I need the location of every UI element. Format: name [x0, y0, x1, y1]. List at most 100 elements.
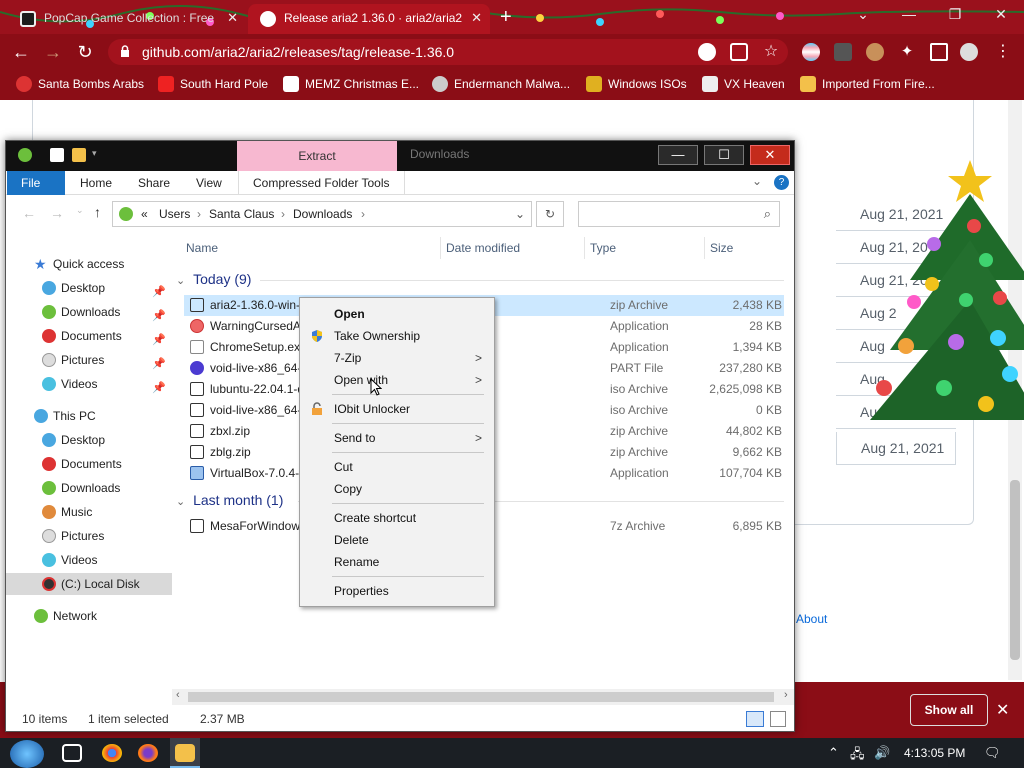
- notification-center-icon[interactable]: 🗨: [984, 745, 1001, 761]
- nav-pc-music[interactable]: Music: [6, 501, 172, 523]
- profile-extension-icon[interactable]: [866, 43, 884, 61]
- explorer-titlebar[interactable]: ▾ Extract Downloads — ☐ ✕: [6, 141, 794, 171]
- large-icons-view-icon[interactable]: [770, 711, 786, 727]
- explorer-maximize-button[interactable]: ☐: [704, 145, 744, 165]
- bookmark-santa-bombs[interactable]: Santa Bombs Arabs: [16, 76, 144, 92]
- chrome-taskbar-icon[interactable]: [102, 744, 122, 762]
- tab-home[interactable]: Home: [66, 171, 126, 195]
- tab-close-icon[interactable]: ✕: [227, 4, 238, 32]
- scroll-left-icon[interactable]: ‹: [176, 689, 180, 701]
- bookmark-folder-imported[interactable]: Imported From Fire...: [800, 76, 935, 92]
- column-separator[interactable]: [584, 237, 585, 259]
- column-separator[interactable]: [704, 237, 705, 259]
- downloads-close-icon[interactable]: ✕: [996, 700, 1009, 720]
- horizontal-scrollbar-thumb[interactable]: [188, 692, 774, 702]
- bookmark-south-hard-pole[interactable]: South Hard Pole: [158, 76, 268, 92]
- nav-qa-pictures[interactable]: Pictures 📌: [6, 349, 172, 371]
- nav-pc-downloads[interactable]: Downloads: [6, 477, 172, 499]
- breadcrumb-santa-claus[interactable]: Santa Claus: [209, 207, 274, 221]
- explorer-back-icon[interactable]: ←: [22, 205, 36, 221]
- menu-item-open-with[interactable]: Open with >: [300, 369, 494, 391]
- tab-aria2-release[interactable]: Release aria2 1.36.0 · aria2/aria2 ✕: [248, 4, 490, 34]
- show-all-button[interactable]: Show all: [910, 694, 988, 726]
- menu-item-delete[interactable]: Delete: [300, 529, 494, 551]
- taskbar-clock[interactable]: 4:13:05 PM: [904, 746, 965, 760]
- column-header-size[interactable]: Size: [710, 241, 733, 255]
- close-window-button[interactable]: ✕: [978, 0, 1024, 30]
- nav-qa-desktop[interactable]: Desktop 📌: [6, 277, 172, 299]
- menu-item-create-shortcut[interactable]: Create shortcut: [300, 507, 494, 529]
- up-arrow-icon[interactable]: ↑: [94, 204, 101, 220]
- address-bar[interactable]: github.com/aria2/aria2/releases/tag/rele…: [108, 39, 788, 65]
- address-dropdown-icon[interactable]: ⌄: [515, 207, 525, 221]
- profile-avatar-icon[interactable]: [960, 43, 978, 61]
- explorer-forward-icon[interactable]: →: [50, 205, 64, 221]
- forward-arrow-icon[interactable]: →: [42, 41, 64, 63]
- task-view-icon[interactable]: [62, 744, 82, 762]
- column-header-type[interactable]: Type: [590, 241, 616, 255]
- nav-local-disk[interactable]: (C:) Local Disk: [6, 573, 172, 595]
- minimize-button[interactable]: —: [886, 0, 932, 30]
- bookmark-memz[interactable]: MEMZ Christmas E...: [283, 76, 419, 92]
- menu-item-take-ownership[interactable]: Take Ownership: [300, 325, 494, 347]
- side-panel-icon[interactable]: [930, 43, 948, 61]
- properties-qat-icon[interactable]: [50, 148, 64, 162]
- search-downloads-input[interactable]: ⌕: [578, 201, 780, 227]
- ribbon-expand-chevron-icon[interactable]: ⌄: [752, 174, 762, 188]
- nav-quick-access[interactable]: ★ Quick access: [6, 253, 172, 275]
- bookmark-endermanch[interactable]: Endermanch Malwa...: [432, 76, 570, 92]
- path-breadcrumb[interactable]: « Users › Santa Claus › Downloads › ⌄: [112, 201, 532, 227]
- s-extension-icon[interactable]: [834, 43, 852, 61]
- nav-qa-documents[interactable]: Documents 📌: [6, 325, 172, 347]
- details-view-icon[interactable]: [746, 711, 764, 727]
- nav-this-pc[interactable]: This PC: [6, 405, 172, 427]
- menu-item-rename[interactable]: Rename: [300, 551, 494, 573]
- nav-pc-documents[interactable]: Documents: [6, 453, 172, 475]
- breadcrumb-overflow[interactable]: «: [141, 207, 148, 221]
- column-header-date[interactable]: Date modified: [446, 241, 520, 255]
- tab-share[interactable]: Share: [124, 171, 184, 195]
- column-header-name[interactable]: Name: [186, 241, 218, 255]
- menu-item-open[interactable]: Open: [300, 303, 494, 325]
- google-icon[interactable]: [698, 43, 716, 61]
- about-link[interactable]: About: [796, 612, 827, 626]
- menu-item-copy[interactable]: Copy: [300, 478, 494, 500]
- more-menu-icon[interactable]: ⋮: [994, 43, 1012, 61]
- breadcrumb-separator-icon[interactable]: ›: [281, 207, 285, 221]
- breadcrumb-separator-icon[interactable]: ›: [361, 207, 365, 221]
- reload-icon[interactable]: ↻: [74, 41, 96, 63]
- group-header-last-month[interactable]: ⌄ Last month (1): [176, 492, 283, 508]
- volume-tray-icon[interactable]: 🔊: [874, 745, 890, 761]
- nav-network[interactable]: Network: [6, 605, 172, 627]
- tab-close-icon[interactable]: ✕: [471, 4, 482, 32]
- start-button-icon[interactable]: [10, 740, 44, 768]
- nav-qa-videos[interactable]: Videos 📌: [6, 373, 172, 395]
- back-arrow-icon[interactable]: ←: [10, 41, 32, 63]
- tab-search-chevron-icon[interactable]: ⌄: [840, 0, 886, 30]
- menu-item-cut[interactable]: Cut: [300, 456, 494, 478]
- flag-extension-icon[interactable]: [802, 43, 820, 61]
- explorer-close-button[interactable]: ✕: [750, 145, 790, 165]
- qat-dropdown-icon[interactable]: ▾: [92, 148, 102, 162]
- breadcrumb-downloads[interactable]: Downloads: [293, 207, 352, 221]
- group-header-today[interactable]: ⌄ Today (9): [176, 271, 251, 287]
- tray-overflow-chevron-icon[interactable]: ⌃: [828, 745, 839, 761]
- share-icon[interactable]: [730, 43, 748, 61]
- horizontal-scrollbar[interactable]: ‹ ›: [172, 689, 794, 705]
- nav-qa-downloads[interactable]: Downloads 📌: [6, 301, 172, 323]
- nav-pc-videos[interactable]: Videos: [6, 549, 172, 571]
- new-tab-button[interactable]: +: [500, 6, 512, 28]
- bookmark-windows-isos[interactable]: Windows ISOs: [586, 76, 687, 92]
- network-tray-icon[interactable]: 🖧: [850, 745, 865, 767]
- nav-pc-pictures[interactable]: Pictures: [6, 525, 172, 547]
- scroll-right-icon[interactable]: ›: [784, 689, 788, 701]
- refresh-button[interactable]: ↻: [536, 201, 564, 227]
- bookmark-star-icon[interactable]: ☆: [762, 43, 780, 61]
- menu-item-send-to[interactable]: Send to >: [300, 427, 494, 449]
- breadcrumb-users[interactable]: Users: [159, 207, 190, 221]
- bookmark-vx-heaven[interactable]: VX Heaven: [702, 76, 785, 92]
- page-scrollbar-thumb[interactable]: [1010, 480, 1020, 660]
- menu-item-properties[interactable]: Properties: [300, 580, 494, 602]
- tab-popcap[interactable]: PopCap Game Collection : Free ✕: [8, 4, 246, 34]
- explorer-minimize-button[interactable]: —: [658, 145, 698, 165]
